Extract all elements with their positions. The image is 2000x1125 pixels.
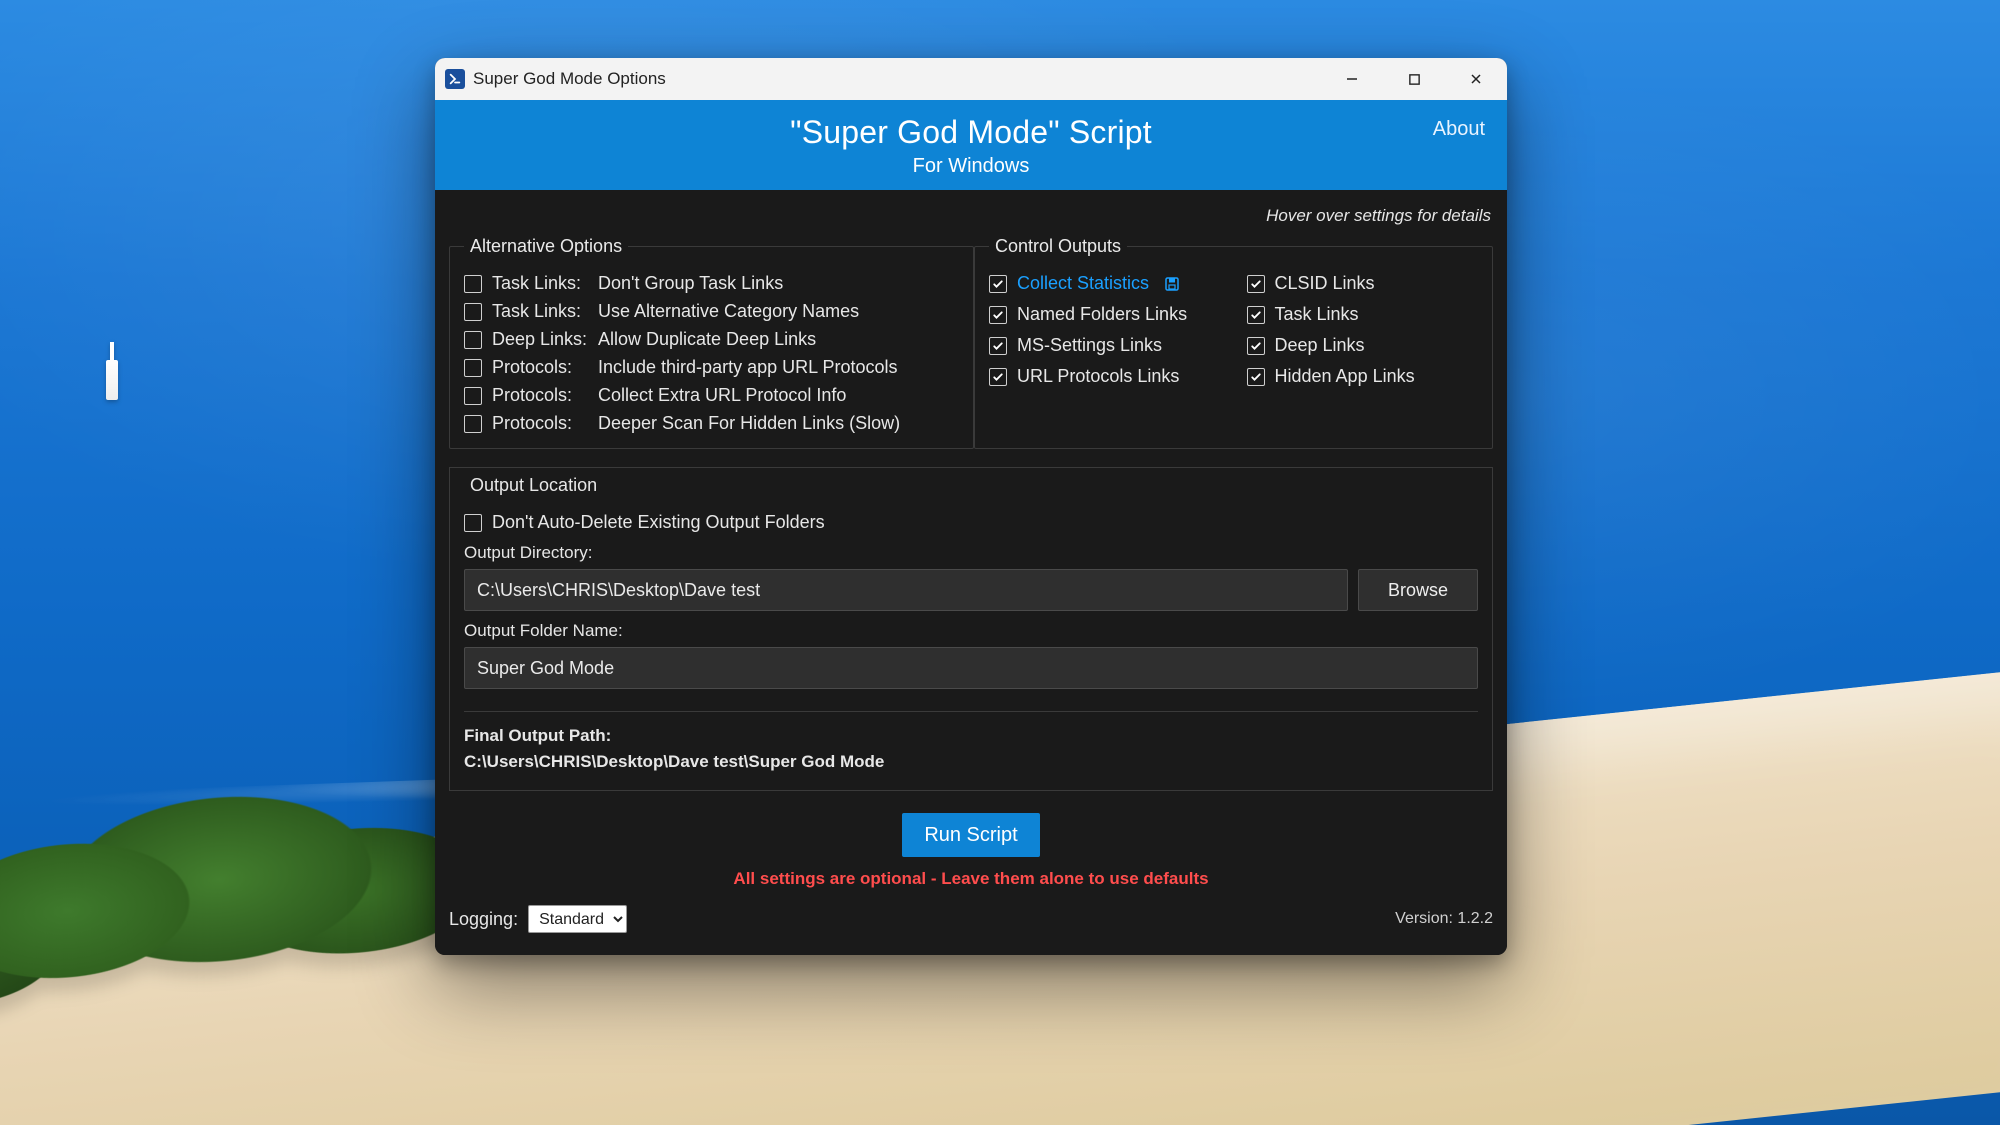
alt-option-row[interactable]: Protocols: Include third-party app URL P… (464, 357, 959, 378)
close-button[interactable] (1445, 58, 1507, 100)
hover-help: Hover over settings for details (449, 202, 1493, 236)
alt-option-label: Don't Group Task Links (598, 273, 783, 294)
titlebar[interactable]: Super God Mode Options (435, 58, 1507, 100)
control-outputs-legend: Control Outputs (989, 236, 1127, 257)
minimize-button[interactable] (1321, 58, 1383, 100)
final-path-value: C:\Users\CHRIS\Desktop\Dave test\Super G… (464, 752, 1478, 772)
alt-option-label: Deeper Scan For Hidden Links (Slow) (598, 413, 900, 434)
alt-option-checkbox[interactable] (464, 331, 482, 349)
output-location-legend: Output Location (464, 475, 603, 496)
output-option-label: Task Links (1275, 304, 1359, 325)
control-outputs-panel: Control Outputs Collect Statistics CLSID… (974, 236, 1493, 449)
output-option-checkbox[interactable] (989, 275, 1007, 293)
output-option-checkbox[interactable] (1247, 368, 1265, 386)
output-option-row[interactable]: Hidden App Links (1247, 366, 1479, 387)
maximize-button[interactable] (1383, 58, 1445, 100)
alt-option-label: Use Alternative Category Names (598, 301, 859, 322)
output-option-label: CLSID Links (1275, 273, 1375, 294)
alt-option-row[interactable]: Deep Links: Allow Duplicate Deep Links (464, 329, 959, 350)
about-link[interactable]: About (1433, 118, 1485, 141)
logging-label: Logging: (449, 909, 518, 930)
no-auto-delete-label: Don't Auto-Delete Existing Output Folder… (492, 512, 825, 533)
alt-option-category: Protocols: (492, 413, 588, 434)
alt-option-checkbox[interactable] (464, 387, 482, 405)
output-option-label: Named Folders Links (1017, 304, 1187, 325)
logging-select[interactable]: Standard (528, 905, 627, 933)
output-option-checkbox[interactable] (989, 337, 1007, 355)
alt-option-label: Collect Extra URL Protocol Info (598, 385, 846, 406)
output-option-checkbox[interactable] (989, 306, 1007, 324)
content-area: Hover over settings for details Alternat… (435, 190, 1507, 955)
output-option-row[interactable]: Collect Statistics (989, 273, 1221, 294)
alt-option-checkbox[interactable] (464, 415, 482, 433)
alt-option-row[interactable]: Task Links: Use Alternative Category Nam… (464, 301, 959, 322)
divider (464, 711, 1478, 712)
page-title: "Super God Mode" Script (447, 114, 1495, 151)
output-option-label: MS-Settings Links (1017, 335, 1162, 356)
optional-hint: All settings are optional - Leave them a… (449, 869, 1493, 889)
output-option-row[interactable]: URL Protocols Links (989, 366, 1221, 387)
browse-button[interactable]: Browse (1358, 569, 1478, 611)
no-auto-delete-row[interactable]: Don't Auto-Delete Existing Output Folder… (464, 512, 1478, 533)
output-option-label: Deep Links (1275, 335, 1365, 356)
alt-option-category: Task Links: (492, 273, 588, 294)
output-dir-label: Output Directory: (464, 543, 1478, 563)
output-option-row[interactable]: Deep Links (1247, 335, 1479, 356)
run-script-button[interactable]: Run Script (902, 813, 1039, 857)
page-subtitle: For Windows (447, 155, 1495, 178)
alternative-options-panel: Alternative Options Task Links: Don't Gr… (449, 236, 974, 449)
output-option-row[interactable]: MS-Settings Links (989, 335, 1221, 356)
output-option-row[interactable]: Task Links (1247, 304, 1479, 325)
output-folder-label: Output Folder Name: (464, 621, 1478, 641)
final-path-label: Final Output Path: (464, 726, 1478, 746)
alt-option-row[interactable]: Task Links: Don't Group Task Links (464, 273, 959, 294)
output-option-label: Collect Statistics (1017, 273, 1149, 294)
no-auto-delete-checkbox[interactable] (464, 514, 482, 532)
alt-option-category: Protocols: (492, 357, 588, 378)
output-option-checkbox[interactable] (1247, 337, 1265, 355)
alt-option-label: Include third-party app URL Protocols (598, 357, 897, 378)
header-band: About "Super God Mode" Script For Window… (435, 100, 1507, 190)
output-option-label: URL Protocols Links (1017, 366, 1179, 387)
alt-option-category: Deep Links: (492, 329, 588, 350)
output-option-row[interactable]: CLSID Links (1247, 273, 1479, 294)
alt-option-row[interactable]: Protocols: Collect Extra URL Protocol In… (464, 385, 959, 406)
alt-option-label: Allow Duplicate Deep Links (598, 329, 816, 350)
window-title: Super God Mode Options (473, 69, 666, 89)
app-window: Super God Mode Options About "Super God … (435, 58, 1507, 955)
alt-option-category: Task Links: (492, 301, 588, 322)
output-option-checkbox[interactable] (1247, 306, 1265, 324)
save-icon (1163, 275, 1181, 293)
alt-option-row[interactable]: Protocols: Deeper Scan For Hidden Links … (464, 413, 959, 434)
output-folder-input[interactable] (464, 647, 1478, 689)
alternative-options-legend: Alternative Options (464, 236, 628, 257)
alt-option-category: Protocols: (492, 385, 588, 406)
output-location-panel: Output Location Don't Auto-Delete Existi… (449, 467, 1493, 791)
powershell-icon (445, 69, 465, 89)
output-option-checkbox[interactable] (1247, 275, 1265, 293)
version-label: Version: 1.2.2 (1395, 910, 1493, 928)
alt-option-checkbox[interactable] (464, 303, 482, 321)
alt-option-checkbox[interactable] (464, 359, 482, 377)
output-option-checkbox[interactable] (989, 368, 1007, 386)
output-option-row[interactable]: Named Folders Links (989, 304, 1221, 325)
output-dir-input[interactable] (464, 569, 1348, 611)
output-option-label: Hidden App Links (1275, 366, 1415, 387)
alt-option-checkbox[interactable] (464, 275, 482, 293)
